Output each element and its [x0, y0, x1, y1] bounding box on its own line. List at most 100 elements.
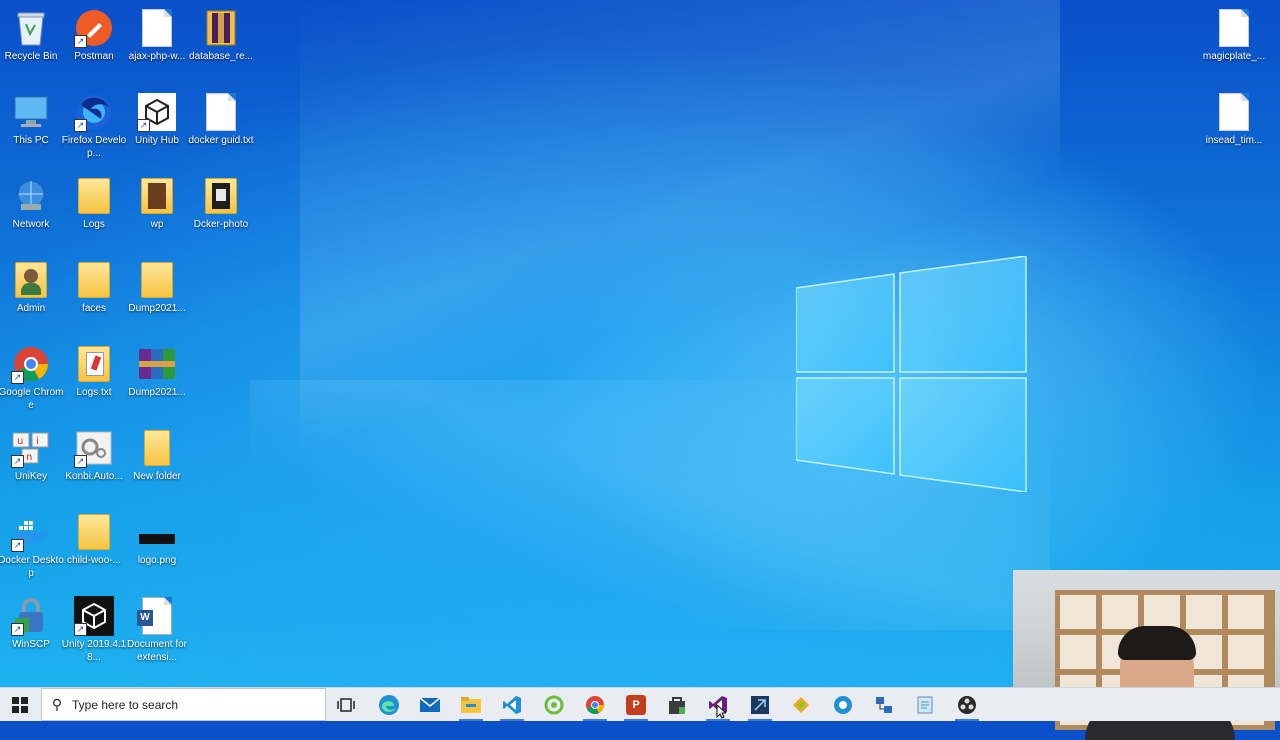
desktop-icon-label: Logs — [83, 219, 105, 230]
desktop-icon-wp[interactable]: wp — [124, 172, 190, 248]
shortcut-arrow-icon: ↗ — [74, 623, 87, 636]
desktop-icon-winscp[interactable]: ↗ WinSCP — [0, 592, 64, 668]
shortcut-arrow-icon: ↗ — [137, 119, 150, 132]
desktop-icon-docker-desktop[interactable]: ↗ Docker Desktop — [0, 508, 64, 584]
taskbar-mail[interactable] — [410, 688, 450, 721]
computer-icon — [11, 92, 51, 132]
word-document-icon: W — [137, 596, 177, 636]
edge-icon — [379, 694, 399, 715]
desktop-icon-logo-png[interactable]: logo.png — [124, 508, 190, 584]
user-folder-icon — [11, 260, 51, 300]
desktop-icon-ajax-php[interactable]: ajax-php-w... — [124, 4, 190, 80]
desktop-icon-google-chrome[interactable]: ↗ Google Chrome — [0, 340, 64, 416]
desktop-icon-label: logo.png — [137, 555, 177, 566]
desktop-icon-magicplate[interactable]: magicplate_... — [1201, 4, 1267, 80]
search-placeholder: Type here to search — [72, 697, 179, 712]
taskbar-notepad[interactable] — [905, 688, 945, 721]
desktop-icon-faces-folder[interactable]: faces — [61, 256, 127, 332]
settings-app-icon: ↗ — [74, 428, 114, 468]
archive-icon — [201, 8, 241, 48]
postman-icon: ↗ — [74, 8, 114, 48]
desktop-icon-logs-txt[interactable]: Logs.txt — [61, 340, 127, 416]
taskbar-app[interactable] — [781, 688, 821, 721]
image-folder-icon — [201, 176, 241, 216]
desktop-icon-label: This PC — [13, 135, 49, 146]
desktop-icon-label: database_re... — [189, 51, 253, 62]
taskbar-greenshot[interactable] — [534, 688, 574, 721]
shortcut-arrow-icon: ↗ — [74, 119, 87, 132]
desktop-icon-label: child-woo-... — [67, 555, 121, 566]
desktop-icon-child-woo-folder[interactable]: child-woo-... — [61, 508, 127, 584]
desktop-icon-new-folder[interactable]: New folder — [124, 424, 190, 500]
folder-icon — [74, 176, 114, 216]
desktop-icon-label: faces — [82, 303, 106, 314]
shortcut-arrow-icon: ↗ — [11, 539, 24, 552]
desktop-icon-database-re[interactable]: database_re... — [188, 4, 254, 80]
taskbar: ⚲ Type here to search P — [0, 687, 1280, 721]
taskbar-sourcetree[interactable] — [823, 688, 863, 721]
folder-icon — [74, 512, 114, 552]
desktop-icon-label: Docker Desktop — [0, 555, 64, 579]
desktop-icon-unity-hub[interactable]: ↗ Unity Hub — [124, 88, 190, 164]
image-folder-icon — [137, 176, 177, 216]
taskbar-network-tool[interactable] — [864, 688, 904, 721]
desktop-icon-label: docker guid.txt — [188, 135, 254, 146]
desktop-icon-insead-tim[interactable]: insead_tim... — [1201, 88, 1267, 164]
desktop-icon-label: Admin — [16, 303, 46, 314]
shortcut-arrow-icon: ↗ — [74, 35, 87, 48]
store-icon — [669, 696, 685, 714]
start-button[interactable] — [0, 688, 40, 721]
greenshot-icon — [544, 695, 564, 714]
shortcut-arrow-icon: ↗ — [11, 371, 24, 384]
taskbar-edge[interactable] — [369, 688, 409, 721]
desktop-icon-dump2021-archive[interactable]: Dump2021... — [124, 340, 190, 416]
desktop-icon-label: ajax-php-w... — [128, 51, 186, 62]
winrar-archive-icon — [137, 344, 177, 384]
desktop-icon-label: Document for extensi... — [126, 639, 188, 663]
taskbar-file-explorer[interactable] — [451, 688, 491, 721]
desktop-icon-unity-2019[interactable]: ↗ Unity 2019.4.18... — [61, 592, 127, 668]
folder-icon — [137, 428, 177, 468]
chrome-icon: ↗ — [11, 344, 51, 384]
network-tool-icon — [876, 696, 892, 713]
svg-text:u: u — [17, 436, 23, 447]
desktop-icon-label: wp — [150, 219, 164, 230]
desktop-icon-label: insead_tim... — [1205, 135, 1263, 146]
desktop-icon-label: Logs.txt — [76, 387, 112, 398]
desktop-icon-admin[interactable]: Admin — [0, 256, 64, 332]
desktop-icon-dump2021-folder[interactable]: Dump2021... — [124, 256, 190, 332]
desktop-icon-logs-folder[interactable]: Logs — [61, 172, 127, 248]
desktop-icon-label: WinSCP — [12, 639, 50, 650]
desktop-icon-recycle-bin[interactable]: Recycle Bin — [0, 4, 64, 80]
task-view-button[interactable] — [326, 688, 366, 721]
folder-icon — [137, 260, 177, 300]
desktop-icon-firefox-developer[interactable]: ↗ Firefox Develop... — [61, 88, 127, 164]
chrome-icon — [586, 695, 604, 714]
taskbar-chrome[interactable] — [575, 688, 615, 721]
unity-icon: ↗ — [74, 596, 114, 636]
search-icon: ⚲ — [51, 696, 63, 712]
desktop-icon-docker-guid[interactable]: docker guid.txt — [188, 88, 254, 164]
taskbar-powerpoint[interactable]: P — [616, 688, 656, 721]
taskbar-obs[interactable] — [947, 688, 987, 721]
desktop-icon-postman[interactable]: ↗ Postman — [61, 4, 127, 80]
desktop-icon-network[interactable]: Network — [0, 172, 64, 248]
shortcut-arrow-icon: ↗ — [11, 455, 24, 468]
docker-icon: ↗ — [11, 512, 51, 552]
desktop-icon-unikey[interactable]: u in ↗ UniKey — [0, 424, 64, 500]
desktop-icon-label: New folder — [133, 471, 181, 482]
windows-logo-wallpaper — [796, 256, 1027, 492]
taskbar-store[interactable] — [657, 688, 697, 721]
task-view-icon — [337, 697, 355, 712]
desktop-icon-this-pc[interactable]: This PC — [0, 88, 64, 164]
obs-icon — [958, 695, 976, 714]
notepad-icon — [917, 696, 933, 713]
desktop-icon-document-for-extension[interactable]: W Document for extensi... — [124, 592, 190, 668]
desktop-icon-konbi-auto[interactable]: ↗ Konbi.Auto... — [61, 424, 127, 500]
taskbar-search-box[interactable]: ⚲ Type here to search — [41, 688, 326, 721]
taskbar-vscode[interactable] — [492, 688, 532, 721]
taskbar-azure-data-studio[interactable] — [740, 688, 780, 721]
desktop-icon-dcker-photo[interactable]: Dcker-photo — [188, 172, 254, 248]
file-explorer-icon — [461, 696, 481, 713]
winscp-icon: ↗ — [11, 596, 51, 636]
